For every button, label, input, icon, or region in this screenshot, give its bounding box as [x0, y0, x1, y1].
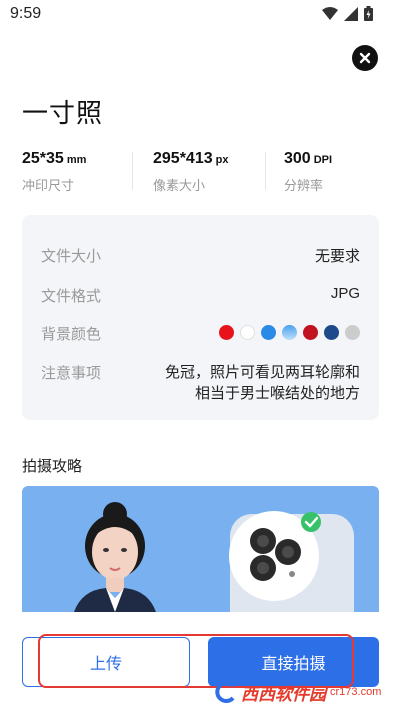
- divider: [132, 152, 133, 190]
- color-swatch[interactable]: [345, 325, 360, 340]
- spec-print-size: 25*35 mm 冲印尺寸: [22, 150, 86, 194]
- color-swatch[interactable]: [219, 325, 234, 340]
- watermark-domain: cr173.com: [330, 686, 382, 698]
- watermark-brand: 西西软件园: [241, 684, 326, 704]
- info-key: 注意事项: [41, 365, 102, 382]
- guide-banner[interactable]: [22, 486, 379, 612]
- spec-value: 25*35: [22, 150, 64, 167]
- spec-resolution: 300 DPI 分辨率: [284, 150, 332, 194]
- watermark: 西西软件园 cr173.com: [215, 678, 381, 706]
- color-swatch[interactable]: [303, 325, 318, 340]
- battery-icon: [364, 6, 373, 21]
- wifi-icon: [322, 6, 338, 20]
- color-swatch[interactable]: [282, 325, 297, 340]
- spec-value: 300: [284, 150, 311, 167]
- info-key: 文件格式: [41, 288, 102, 305]
- spec-label: 像素大小: [153, 178, 206, 193]
- close-button[interactable]: [352, 45, 378, 71]
- color-swatch[interactable]: [261, 325, 276, 340]
- page-title: 一寸照: [22, 98, 104, 128]
- color-swatch[interactable]: [240, 325, 255, 340]
- signal-icon: [344, 6, 358, 21]
- status-bar: 9:59: [0, 0, 401, 28]
- background-swatches: [219, 325, 360, 340]
- spec-label: 分辨率: [284, 178, 324, 193]
- info-key: 文件大小: [41, 248, 102, 265]
- guide-title: 拍摄攻略: [22, 458, 83, 475]
- spec-pixel-size: 295*413 px 像素大小: [153, 150, 228, 194]
- upload-button[interactable]: 上传: [22, 637, 190, 687]
- photo-specs: 25*35 mm 冲印尺寸 295*413 px 像素大小 300 DPI 分辨率: [22, 150, 382, 194]
- close-icon: [359, 52, 371, 64]
- status-icons: [322, 6, 373, 21]
- spec-unit: DPI: [313, 154, 333, 166]
- phone-illustration: [229, 511, 354, 612]
- info-key: 背景颜色: [41, 326, 102, 343]
- info-value: 免冠，照片可看见两耳轮廓和相当于男士喉结处的地方: [164, 364, 360, 402]
- info-value: JPG: [330, 285, 360, 302]
- color-swatch[interactable]: [324, 325, 339, 340]
- status-time: 9:59: [10, 5, 42, 22]
- info-value: 无要求: [314, 248, 360, 265]
- spec-unit: px: [215, 154, 229, 166]
- banner-illustration: [74, 502, 354, 612]
- spec-unit: mm: [66, 154, 87, 166]
- divider: [265, 152, 266, 190]
- spec-value: 295*413: [153, 150, 213, 167]
- watermark-logo-icon: [215, 681, 235, 703]
- portrait-illustration: [74, 502, 156, 612]
- spec-label: 冲印尺寸: [22, 178, 75, 193]
- info-card: 文件大小 无要求 文件格式 JPG 背景颜色 注意事项 免冠，照片可看见两耳轮廓…: [22, 215, 379, 420]
